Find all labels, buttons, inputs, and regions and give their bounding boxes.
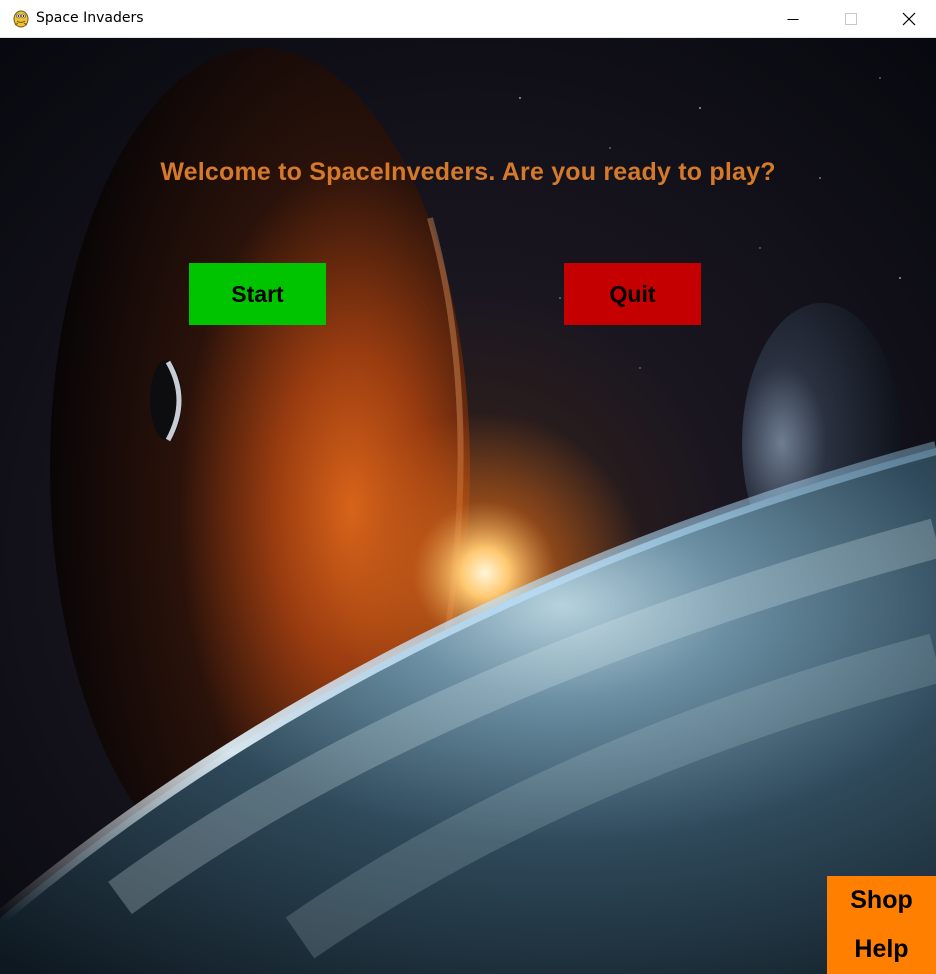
shop-button[interactable]: Shop bbox=[827, 876, 936, 925]
minimize-icon bbox=[787, 19, 799, 20]
title-bar[interactable]: Space Invaders bbox=[0, 0, 936, 38]
help-button[interactable]: Help bbox=[827, 925, 936, 974]
start-button[interactable]: Start bbox=[189, 263, 326, 325]
side-menu-panel: Shop Help bbox=[827, 876, 936, 974]
close-icon bbox=[902, 12, 916, 26]
maximize-button[interactable] bbox=[822, 0, 880, 38]
game-canvas[interactable]: Welcome to SpaceInveders. Are you ready … bbox=[0, 38, 936, 974]
window-title: Space Invaders bbox=[36, 10, 144, 26]
pygame-snake-icon bbox=[13, 10, 29, 28]
quit-button[interactable]: Quit bbox=[564, 263, 701, 325]
minimize-button[interactable] bbox=[764, 0, 822, 38]
welcome-message: Welcome to SpaceInveders. Are you ready … bbox=[160, 158, 776, 186]
maximize-icon bbox=[845, 13, 857, 25]
close-button[interactable] bbox=[880, 0, 936, 38]
game-window: Space Invaders Welcome to SpaceInveders.… bbox=[0, 0, 936, 974]
